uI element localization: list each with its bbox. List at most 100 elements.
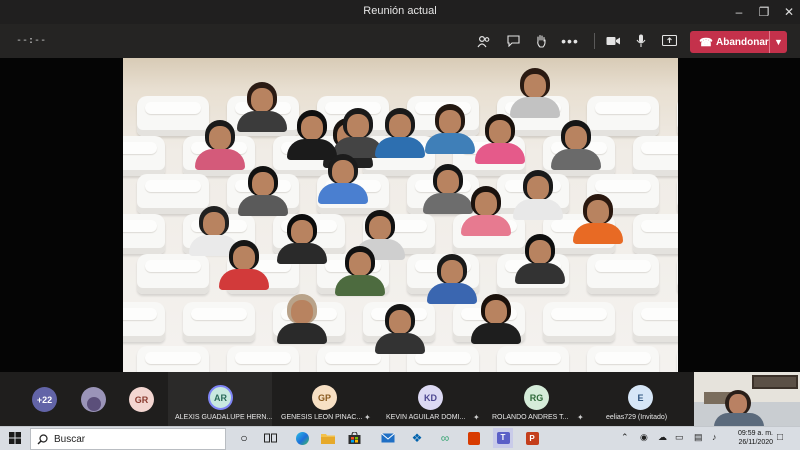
camera-icon (606, 37, 620, 45)
share-screen-button[interactable] (657, 29, 681, 53)
tray-meet-now-icon[interactable]: ◉ (640, 432, 648, 443)
attendee-video-cutout (513, 234, 567, 284)
attendee-face (369, 216, 391, 240)
self-view-body (714, 413, 764, 426)
tray-onedrive-icon[interactable]: ☁ (658, 432, 667, 443)
maximize-icon[interactable]: ❐ (753, 0, 775, 24)
notification-center-icon[interactable]: □ (777, 432, 783, 443)
more-options-button[interactable]: ••• (558, 29, 582, 53)
microphone-button[interactable] (629, 29, 653, 53)
tray-network-icon[interactable]: ▤ (694, 432, 703, 443)
more-icon: ••• (561, 33, 579, 49)
auditorium-seat (137, 346, 209, 372)
attendee-face (489, 120, 511, 144)
windows-start-icon[interactable] (7, 430, 23, 446)
attendee-face (291, 300, 313, 324)
taskbar-search-box[interactable]: Buscar (30, 428, 226, 450)
attendee-face (485, 300, 507, 324)
chevron-down-icon[interactable]: ▼ (769, 31, 787, 53)
auditorium-seat (137, 254, 209, 294)
self-view-face (729, 394, 747, 414)
attendee-body (219, 269, 269, 290)
attendee-body (277, 323, 327, 344)
attendee-face (527, 176, 549, 200)
auditorium-seat (677, 254, 678, 294)
participant-avatar-gr[interactable]: GR (129, 387, 154, 412)
arduino-icon[interactable]: ∞ (437, 430, 453, 446)
more-participants-badge[interactable]: +22 (32, 387, 57, 412)
attendee-video-cutout (275, 294, 329, 344)
clock-time: 09:59 a. m. (737, 430, 773, 437)
tray-volume-icon[interactable]: ♪ (712, 432, 717, 442)
participant-tile[interactable]: E eelias729 (Invitado) (588, 372, 692, 426)
taskbar-clock[interactable]: 09:59 a. m. 26/11/2020 (729, 429, 773, 447)
share-screen-icon (661, 35, 677, 47)
attendee-body (573, 223, 623, 244)
participant-tile[interactable]: RG ROLANDO ANDRES T... ✦ (484, 372, 588, 426)
edge-browser-icon[interactable] (294, 430, 310, 446)
camera-button[interactable] (601, 29, 625, 53)
auditorium-seat (227, 346, 299, 372)
attendee-face (441, 260, 463, 284)
attendee-video-cutout (549, 120, 603, 170)
attendee-face (565, 126, 587, 150)
office-icon[interactable] (466, 430, 482, 446)
tray-battery-icon[interactable]: ▭ (675, 432, 684, 443)
attendee-video-cutout (193, 120, 247, 170)
microphone-icon (636, 34, 646, 47)
powerpoint-icon[interactable]: P (524, 430, 540, 446)
windows-taskbar: Buscar ○ ❖ ∞ T P ⌃ ◉ ☁ ▭ ▤ ♪ 09:59 a. m.… (0, 426, 800, 450)
search-icon (37, 433, 48, 444)
attendee-video-cutout (571, 194, 625, 244)
participant-name: eelias729 (Invitado) (606, 414, 668, 421)
participant-name: ALEXIS GUADALUPE HERN... (175, 414, 273, 421)
mic-muted-icon: ✦ (473, 413, 480, 422)
mail-icon[interactable] (380, 430, 396, 446)
minimize-icon[interactable]: – (728, 0, 750, 24)
participants-button[interactable] (472, 29, 496, 53)
close-icon[interactable]: ✕ (778, 0, 800, 24)
participant-name: KEVIN AGUILAR DOMI... (386, 414, 466, 421)
participant-avatar-photo[interactable] (81, 387, 106, 412)
teams-window: Reunión actual – ❐ ✕ --:-- ••• ☎ Abandon… (0, 0, 800, 450)
leave-label: Abandonar (716, 36, 769, 48)
attendee-face (349, 252, 371, 276)
file-explorer-icon[interactable] (320, 430, 336, 446)
self-view-video[interactable] (694, 372, 800, 426)
participant-tile[interactable]: GP GENESIS LEON PINAC... ✦ (272, 372, 376, 426)
auditorium-seat (677, 174, 678, 214)
cortana-icon[interactable]: ○ (236, 430, 252, 446)
leave-button[interactable]: ☎ Abandonar ▼ (690, 31, 787, 53)
attendee-body (461, 215, 511, 236)
attendee-video-cutout (508, 68, 562, 118)
attendee-body (318, 183, 368, 204)
teams-taskbar-icon[interactable]: T (493, 428, 513, 448)
attendee-face (252, 172, 274, 196)
tray-chevron-up-icon[interactable]: ⌃ (621, 432, 629, 443)
participant-tile[interactable]: AR ALEXIS GUADALUPE HERN... (168, 372, 272, 426)
attendee-face (251, 88, 273, 112)
attendee-video-cutout (316, 154, 370, 204)
auditorium-seat (123, 214, 165, 254)
people-icon (477, 35, 490, 47)
hang-up-icon: ☎ (699, 36, 713, 49)
task-view-icon[interactable] (262, 430, 278, 446)
clock-date: 26/11/2020 (738, 439, 773, 446)
attendee-face (291, 220, 313, 244)
attendee-video-cutout (333, 246, 387, 296)
attendee-video-cutout (236, 166, 290, 216)
together-mode-auditorium (123, 58, 678, 372)
attendee-video-cutout (373, 304, 427, 354)
auditorium-seat (543, 302, 615, 342)
dropbox-icon[interactable]: ❖ (409, 430, 425, 446)
attendee-body (375, 137, 425, 158)
store-icon[interactable] (346, 430, 362, 446)
participant-tile[interactable]: KD KEVIN AGUILAR DOMI... ✦ (376, 372, 484, 426)
chat-button[interactable] (501, 29, 525, 53)
attendee-face (529, 240, 551, 264)
attendee-video-cutout (275, 214, 329, 264)
toolbar-divider (594, 33, 595, 49)
attendee-body (335, 275, 385, 296)
raise-hand-button[interactable] (529, 29, 553, 53)
auditorium-seat (633, 136, 678, 176)
